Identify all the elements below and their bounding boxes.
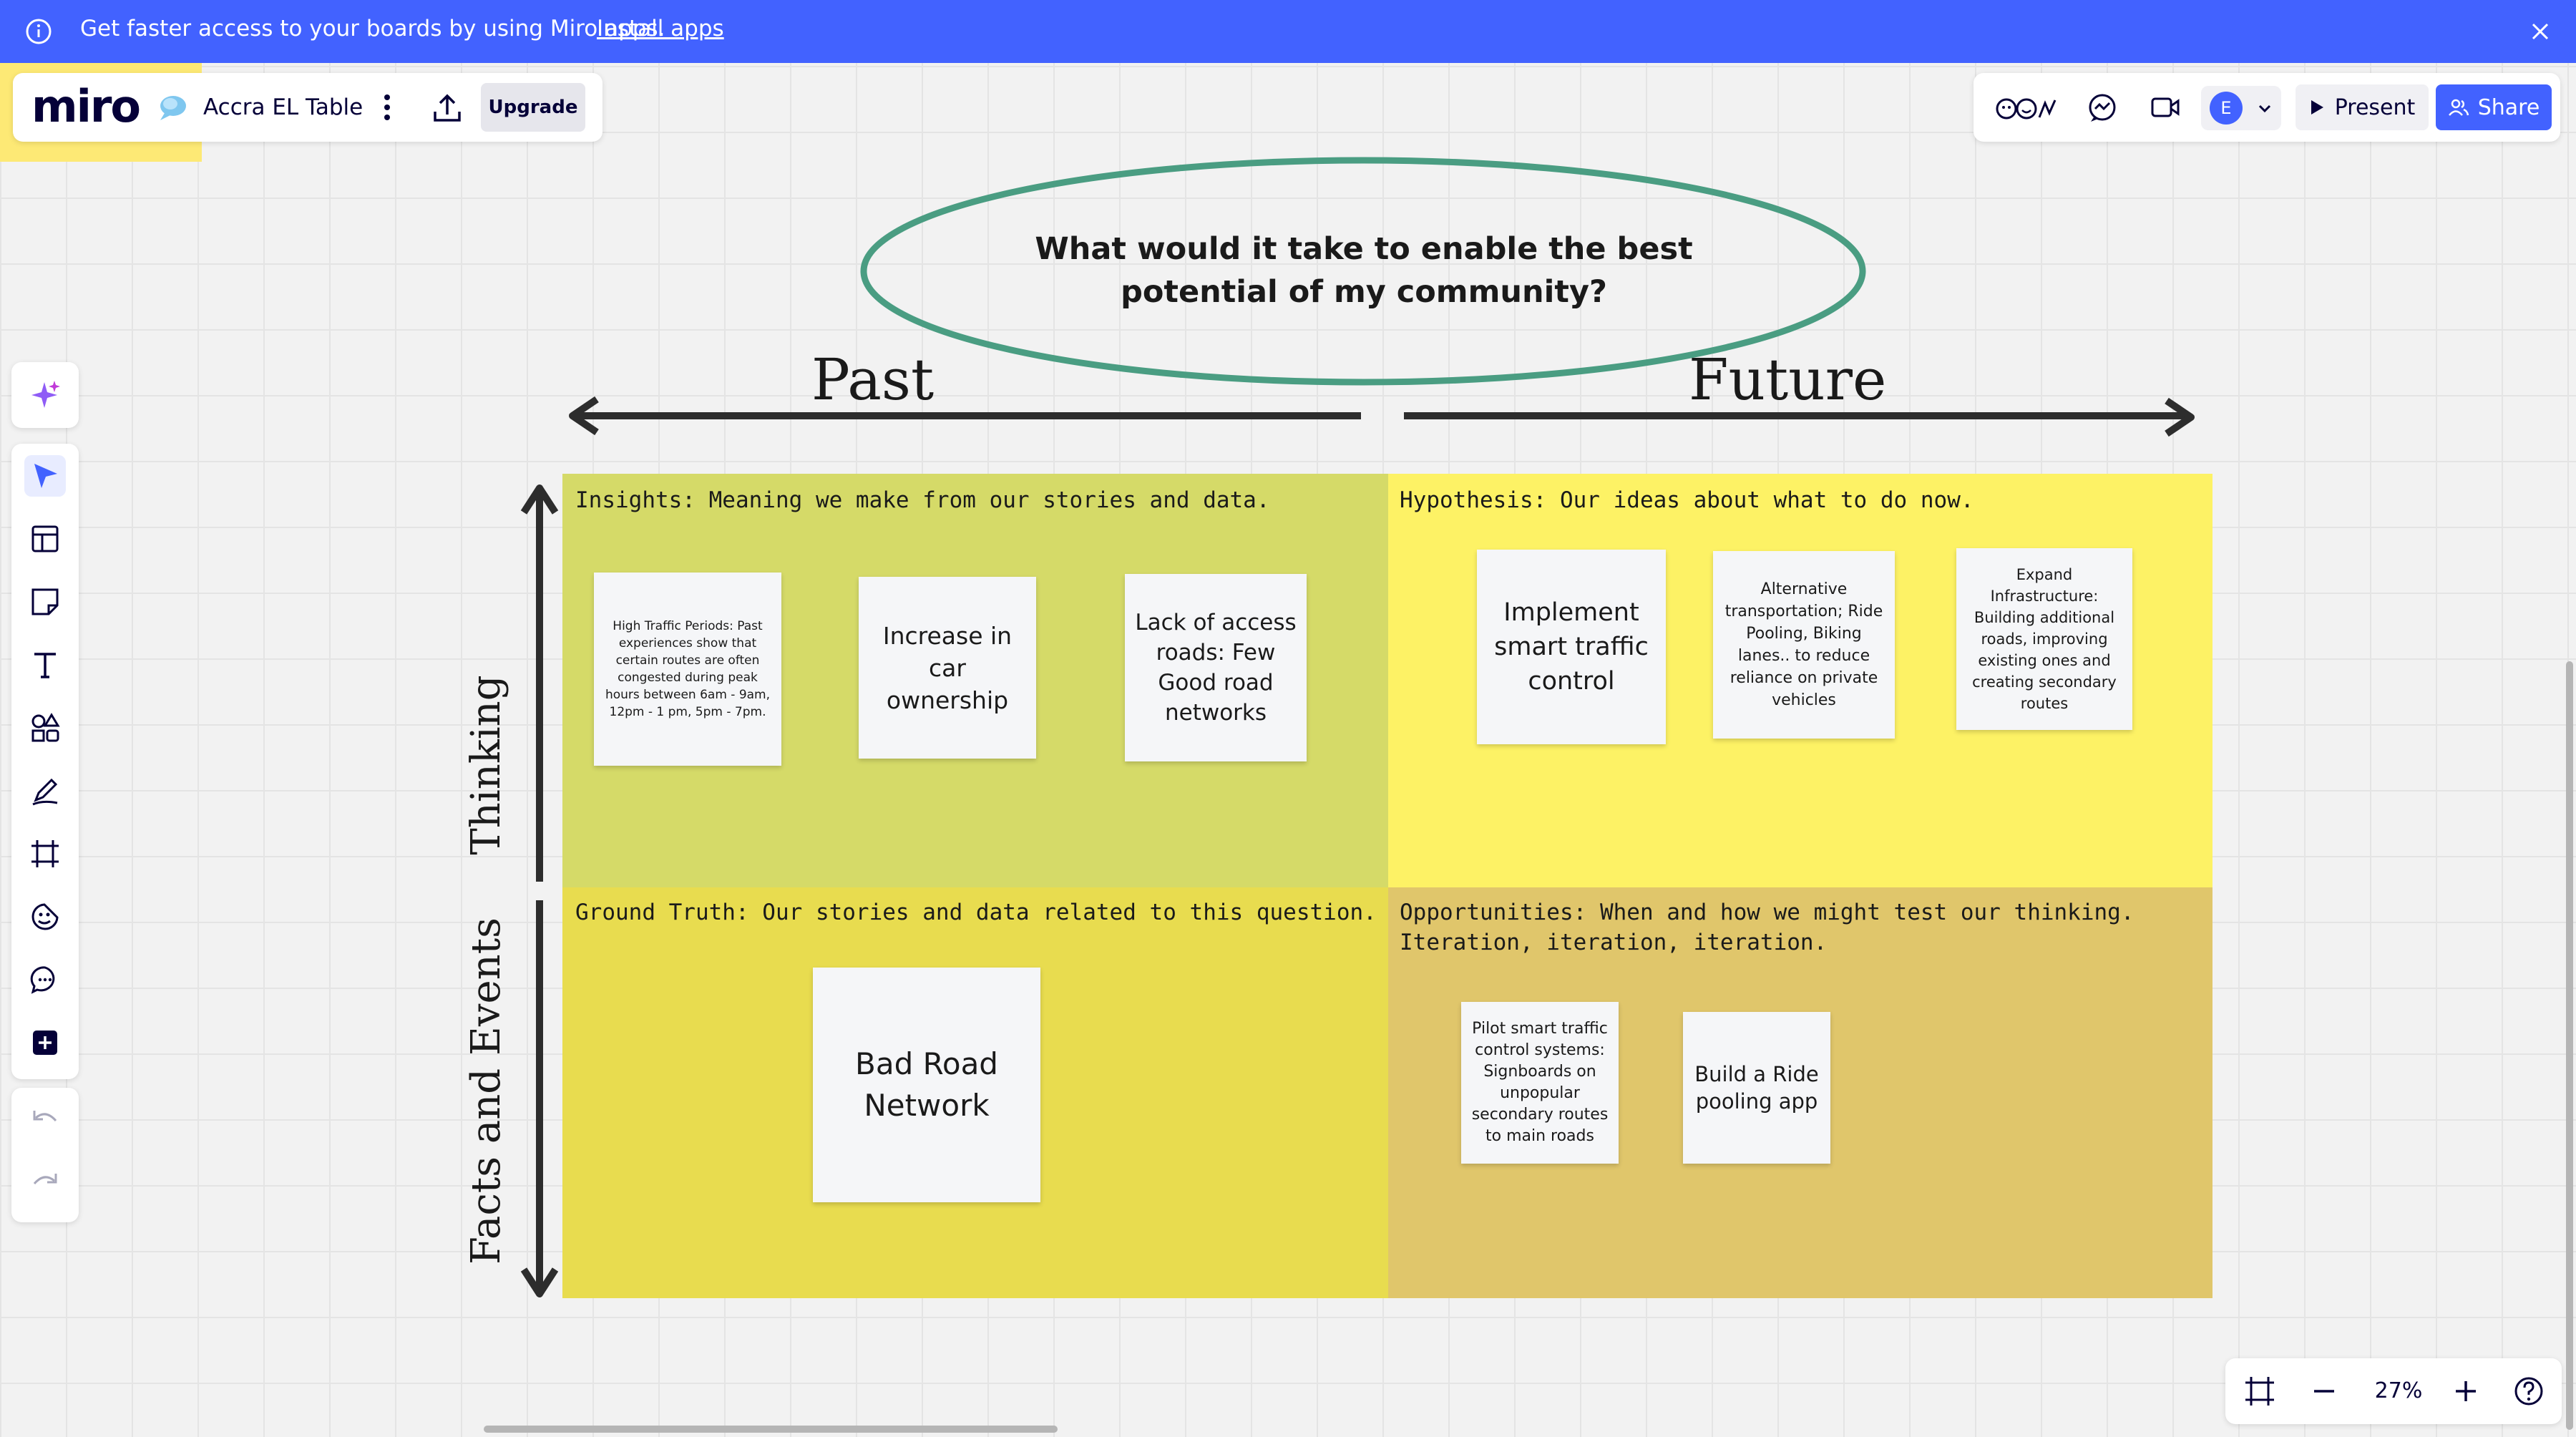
shapes-icon <box>31 713 60 742</box>
horizontal-scrollbar[interactable] <box>484 1426 1058 1433</box>
board-canvas[interactable]: What would it take to enable the best po… <box>0 0 2576 1437</box>
future-arrow[interactable] <box>1400 396 2200 441</box>
central-question[interactable]: What would it take to enable the best po… <box>1028 228 1700 313</box>
pen-tool[interactable] <box>24 770 66 812</box>
sparkle-icon <box>31 381 60 408</box>
board-icon[interactable] <box>155 92 190 123</box>
app-install-banner: Get faster access to your boards by usin… <box>0 0 2576 63</box>
sticky-note[interactable]: Lack of access roads: Few Good road netw… <box>1125 574 1307 761</box>
users-icon <box>2448 99 2469 116</box>
facts-arrow[interactable] <box>519 896 560 1304</box>
redo-icon <box>33 1174 57 1185</box>
reactions-icon[interactable] <box>1995 92 2058 123</box>
sticky-note[interactable]: Build a Ride pooling app <box>1683 1012 1830 1164</box>
select-tool[interactable] <box>24 455 66 497</box>
opportunities-quadrant[interactable]: Opportunities: When and how we might tes… <box>1388 887 2212 1298</box>
shapes-tool[interactable] <box>24 707 66 749</box>
close-icon[interactable] <box>2526 17 2555 46</box>
info-icon <box>26 19 52 44</box>
past-arrow[interactable] <box>565 394 1367 438</box>
ai-toolbar <box>11 362 79 428</box>
frame-tool[interactable] <box>24 833 66 875</box>
insights-quadrant[interactable]: Insights: Meaning we make from our stori… <box>562 474 1388 887</box>
miro-logo[interactable]: miro <box>31 80 141 132</box>
sticky-note[interactable]: Implement smart traffic control <box>1477 550 1666 744</box>
install-apps-link[interactable]: Install apps <box>597 16 724 42</box>
fit-to-screen-icon[interactable] <box>2243 1374 2277 1408</box>
zoom-controls: 27% <box>2225 1358 2562 1424</box>
redo-button[interactable] <box>24 1162 66 1204</box>
present-label: Present <box>2334 94 2416 120</box>
vertical-scrollbar[interactable] <box>2566 661 2573 1430</box>
present-button[interactable]: Present <box>2296 84 2429 130</box>
board-title[interactable]: Accra EL Table <box>203 94 363 120</box>
sticky-note[interactable]: High Traffic Periods: Past experiences s… <box>594 573 781 766</box>
layout-icon <box>31 525 59 552</box>
comment-icon <box>30 966 55 994</box>
sticky-note-icon <box>31 588 59 615</box>
text-tool[interactable] <box>24 644 66 686</box>
upgrade-button[interactable]: Upgrade <box>481 83 585 132</box>
ai-assist-tool[interactable] <box>24 374 66 415</box>
stickers-tool[interactable] <box>24 896 66 937</box>
export-icon[interactable] <box>429 90 465 126</box>
insights-label: Insights: Meaning we make from our stori… <box>575 487 1270 513</box>
sticky-note-tool[interactable] <box>24 581 66 623</box>
share-label: Share <box>2477 94 2540 120</box>
thinking-arrow[interactable] <box>519 481 560 886</box>
hypothesis-quadrant[interactable]: Hypothesis: Our ideas about what to do n… <box>1388 474 2212 887</box>
templates-tool[interactable] <box>24 518 66 560</box>
sticky-note[interactable]: Expand Infrastructure: Building addition… <box>1956 548 2132 730</box>
creation-toolbar <box>11 444 79 1079</box>
play-icon <box>2311 100 2323 115</box>
share-button[interactable]: Share <box>2436 84 2552 130</box>
more-apps-tool[interactable] <box>24 1022 66 1063</box>
sticky-note[interactable]: Alternative transportation; Ride Pooling… <box>1713 551 1895 739</box>
more-options-icon[interactable] <box>376 92 398 123</box>
ground-truth-quadrant[interactable]: Ground Truth: Our stories and data relat… <box>562 887 1388 1298</box>
history-toolbar <box>11 1088 79 1222</box>
zoom-level[interactable]: 27% <box>2363 1378 2434 1403</box>
sticky-note[interactable]: Increase in car ownership <box>859 577 1036 759</box>
video-call-icon[interactable] <box>2148 92 2182 123</box>
hypothesis-label: Hypothesis: Our ideas about what to do n… <box>1400 487 1974 513</box>
sticky-note[interactable]: Bad Road Network <box>813 968 1040 1202</box>
ground-truth-label: Ground Truth: Our stories and data relat… <box>575 900 1377 925</box>
thinking-label[interactable]: Thinking <box>463 658 513 872</box>
zoom-in-icon[interactable] <box>2449 1374 2483 1408</box>
help-icon[interactable] <box>2512 1374 2546 1408</box>
avatar[interactable]: E <box>2210 92 2243 125</box>
frame-icon <box>31 840 59 867</box>
opportunities-label: Opportunities: When and how we might tes… <box>1400 900 2135 955</box>
undo-icon <box>33 1111 57 1122</box>
plus-square-icon <box>33 1031 57 1055</box>
comment-tool[interactable] <box>24 959 66 1000</box>
sticker-icon <box>31 903 59 930</box>
board-title-bar: miro Accra EL Table Upgrade <box>13 73 602 142</box>
chat-icon[interactable] <box>2085 92 2119 123</box>
cursor-icon <box>34 464 57 488</box>
sticky-note[interactable]: Pilot smart traffic control systems: Sig… <box>1461 1002 1619 1164</box>
banner-text: Get faster access to your boards by usin… <box>80 16 665 42</box>
chevron-down-icon[interactable] <box>2257 100 2273 116</box>
facts-label[interactable]: Facts and Events <box>463 917 513 1265</box>
pen-icon <box>32 778 58 806</box>
undo-button[interactable] <box>24 1099 66 1141</box>
text-icon <box>34 653 56 678</box>
zoom-out-icon[interactable] <box>2307 1374 2341 1408</box>
collaboration-bar: E Present Share <box>1974 73 2560 142</box>
